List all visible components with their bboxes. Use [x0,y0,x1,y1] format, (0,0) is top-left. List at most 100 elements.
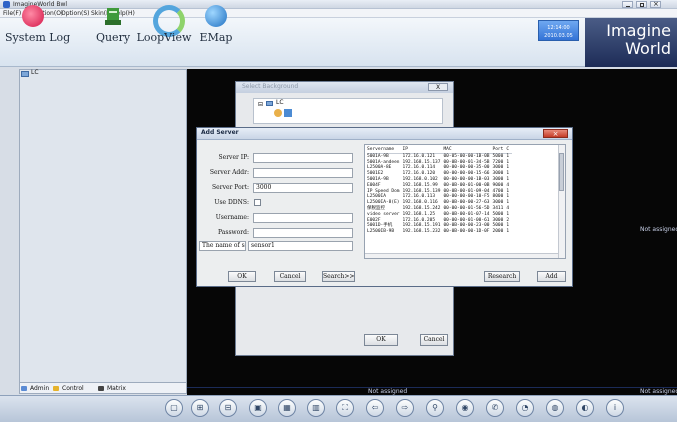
table-cell: 00-0B-00-01-07-14 [443,211,490,217]
talk-button[interactable]: ✆ [486,399,504,417]
tab-admin[interactable]: Admin [21,384,49,393]
add-server-title-bar: Add Server × [197,128,572,140]
image-icon [284,109,292,117]
computer-icon [266,101,273,106]
server-port-label: Server Port: [212,184,249,191]
server-table-body: 5001A-9B 172.16.0.121 00-05-00-00-1B-0B 500… [367,153,512,235]
channel-status-bottom: Not assigned [368,388,408,395]
previous-button[interactable]: ⇦ [366,399,384,417]
folder-icon [274,109,282,117]
server-addr-field[interactable] [253,168,353,178]
table-cell: L2500IB-9B [367,229,395,235]
table-cell: 2000 [492,229,504,235]
query-button[interactable]: Query [90,5,136,47]
background-tree-root[interactable]: LC [276,99,284,106]
sensor-name-field[interactable]: sensor1 [248,241,353,251]
tab-control[interactable]: Control [53,384,84,393]
table-cell: 00-05-00-00-1B-0B [443,153,490,159]
video-divider [187,387,677,388]
table-cell: 192.168.15.232 [402,229,441,235]
background-ok-button[interactable]: OK [364,334,398,346]
query-label: Query [95,31,131,44]
snapshot-button[interactable]: ◔ [516,399,534,417]
table-cell: 192.168.15.99 [402,182,438,188]
next-icon: ⇨ [401,403,409,412]
layout-9-button[interactable]: ▦ [278,399,296,417]
server-ip-field[interactable] [253,153,353,163]
dialog-title-bar: Select Background X [236,82,453,93]
channel-status-right: Not assigned [640,226,677,233]
system-log-icon [22,5,44,27]
query-icon [102,5,124,27]
use-ddns-checkbox[interactable] [254,199,261,206]
talk-icon: ✆ [491,403,499,412]
table-cell: 00-0B-00-01-00-0B [443,182,490,188]
background-cancel-button[interactable]: Cancel [420,334,448,346]
layout-1-icon: ▢ [170,403,178,412]
audio-button[interactable]: ◍ [546,399,564,417]
device-tree-panel [19,69,187,383]
research-button[interactable]: Research [484,271,520,282]
brand-text: Imagine World [606,21,671,58]
tree-expand-icon[interactable]: ⊟ [258,101,263,108]
add-button[interactable]: Add [537,271,566,282]
record-icon: ◉ [461,403,469,412]
clock-date: 2010.03.05 [544,33,573,39]
menu-option[interactable]: Option(S) [61,9,90,18]
fullscreen-button[interactable]: ⛶ [336,399,354,417]
password-field[interactable] [253,228,353,238]
table-cell: 00-00-00-01-56-5D [443,205,490,211]
layout-6-button[interactable]: ⊟ [219,399,237,417]
layout-8-button[interactable]: ▣ [249,399,267,417]
sensor-name-select[interactable]: The name of sensor1 ▾ [199,241,246,251]
minimize-button[interactable] [622,1,633,8]
server-table: Servername IP MAC Port C 5001A-9B 172.16.… [367,147,513,235]
add-server-ok-button[interactable]: OK [228,271,256,282]
close-window-button[interactable] [650,0,661,8]
username-field[interactable] [253,213,353,223]
close-dialog-button[interactable]: X [428,83,448,91]
loopview-button[interactable]: LoopView [136,5,192,47]
tree-root-label: LC [31,69,39,76]
tab-matrix[interactable]: Matrix [98,384,126,393]
server-list[interactable]: Servername IP MAC Port C 5001A-9B 172.16.… [364,144,566,259]
search-button[interactable]: Search>> [322,271,355,282]
table-row[interactable]: L2500IB-9B 192.168.15.232 00-0B-00-00-1D-0… [367,229,512,235]
computer-icon [21,71,29,77]
close-add-server-button[interactable]: × [543,129,568,138]
layout-6-icon: ⊟ [224,403,232,412]
layout-4-button[interactable]: ⊞ [191,399,209,417]
password-label: Password: [218,229,249,236]
snapshot-icon: ◔ [521,403,529,412]
layout-16-icon: ▥ [312,403,320,412]
server-port-field[interactable]: 3000 [253,183,353,193]
brand-logo: Imagine World [585,18,677,67]
layout-1-button[interactable]: ▢ [165,399,183,417]
next-button[interactable]: ⇨ [396,399,414,417]
server-list-hscrollbar[interactable] [365,253,558,258]
search-button[interactable]: ⚲ [426,399,444,417]
layout-8-icon: ▣ [254,403,262,412]
use-ddns-label: Use DDNS: [214,199,249,206]
layout-16-button[interactable]: ▥ [307,399,325,417]
system-log-button[interactable]: System Log [5,5,70,47]
alarm-button[interactable]: ◐ [576,399,594,417]
layout-9-icon: ▦ [283,403,291,412]
record-button[interactable]: ◉ [456,399,474,417]
table-cell: 1 [506,229,510,235]
maximize-button[interactable] [636,1,647,8]
add-server-title: Add Server [201,129,239,136]
emap-button[interactable]: EMap [196,5,236,47]
channel-status-corner: Not assigned [640,388,677,395]
emap-icon [205,5,227,27]
table-cell: 192.168.15.242 [402,205,441,211]
dialog-title: Select Background [242,83,299,90]
server-addr-label: Server Addr: [209,169,249,176]
background-tree: ⊟ LC [253,98,443,124]
alarm-icon: ◐ [581,403,589,412]
info-button[interactable]: i [606,399,624,417]
add-server-cancel-button[interactable]: Cancel [274,271,306,282]
fullscreen-icon: ⛶ [342,403,348,412]
server-list-scroll-thumb[interactable] [559,153,564,191]
previous-icon: ⇦ [371,403,379,412]
